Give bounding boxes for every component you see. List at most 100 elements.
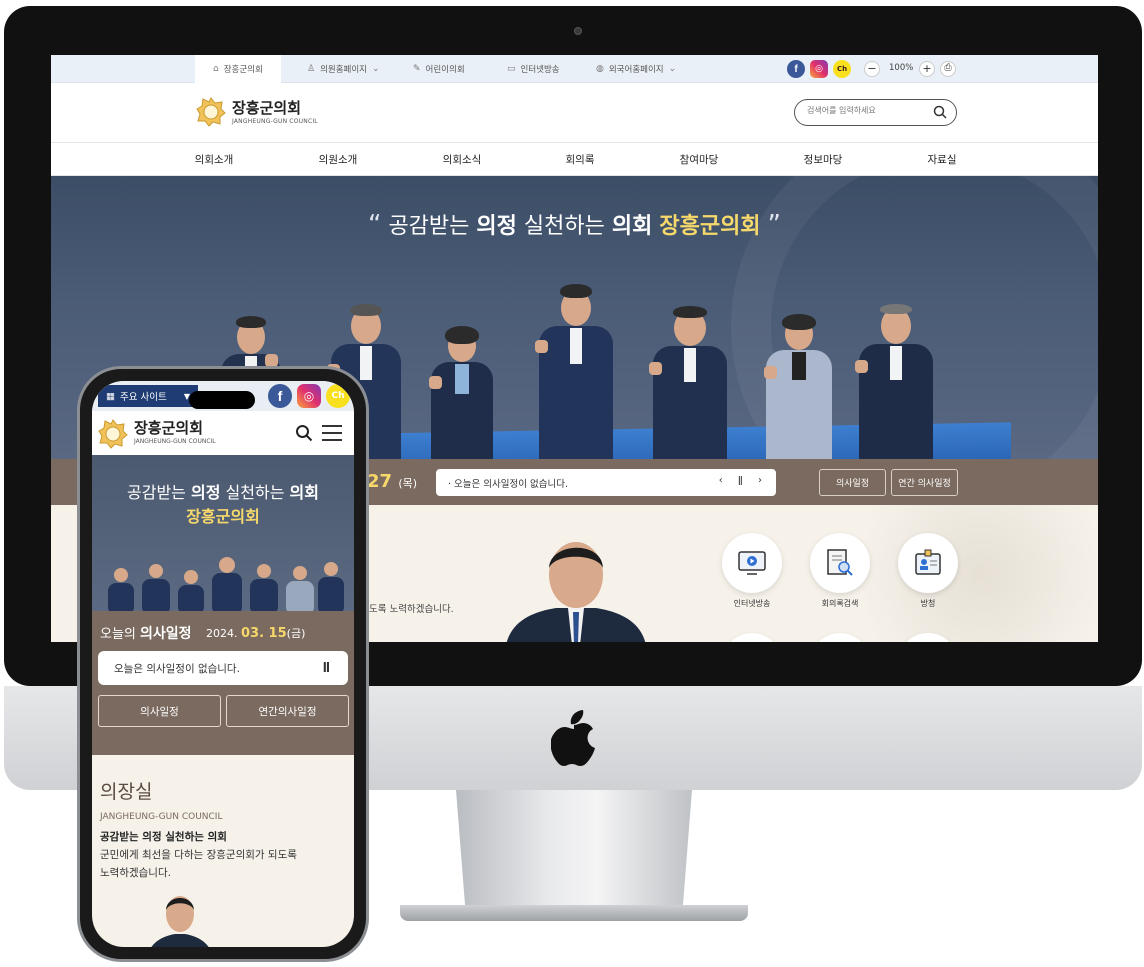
annual-schedule-button[interactable]: 연간 의사일정	[891, 469, 958, 496]
imac-stand-foot	[400, 905, 748, 921]
slogan-bold2: 의회	[289, 483, 319, 502]
site-header: 장흥군의회 JANGHEUNG-GUN COUNCIL	[51, 83, 1098, 143]
topbar-broadcast-link[interactable]: ▭ 인터넷방송	[507, 55, 560, 83]
search-icon[interactable]	[933, 105, 947, 119]
search-box	[794, 99, 957, 126]
chairman-section-en: JANGHEUNG-GUN COUNCIL	[100, 812, 223, 822]
ticker-date: 27 (목)	[367, 471, 417, 492]
globe-icon: ◍	[596, 64, 604, 74]
nav-item-members[interactable]: 의원소개	[303, 152, 373, 167]
chevron-down-icon: ⌄	[372, 64, 380, 74]
nav-item-minutes[interactable]: 회의록	[545, 152, 615, 167]
slogan-part2: 실천하는	[523, 214, 605, 239]
ticker-message-box: · 오늘은 의사일정이 없습니다. ‹ ǁ ›	[436, 469, 776, 496]
pencil-icon: ✎	[413, 64, 421, 74]
mobile-screen: ▦ 주요 사이트 ▼ f ◎ Ch 장흥군의회 JANGHEUNG-GUN CO…	[92, 381, 354, 947]
slogan-bold1: 의정	[191, 483, 221, 502]
search-input[interactable]	[807, 106, 927, 115]
topbar-foreign-link[interactable]: ◍ 외국어홈페이지 ⌄	[596, 55, 676, 83]
utility-bar: ⌂ 장흥군의회 ♙ 의원홈페이지 ⌄ ✎ 어린이의회 ▭ 인터넷방송 ◍ 외국어…	[51, 55, 1098, 83]
chairman-slogan: 공감받는 의정 실천하는 의회	[100, 831, 227, 843]
phone-notch	[189, 391, 255, 409]
mobile-hero-slogan: 공감받는 의정 실천하는 의회 장흥군의회	[92, 481, 354, 529]
topbar-home-label: 장흥군의회	[223, 65, 263, 75]
topbar-member-home-link[interactable]: ♙ 의원홈페이지 ⌄	[307, 55, 380, 83]
schedule-button[interactable]: 의사일정	[819, 469, 886, 496]
ticker-date-day: (목)	[398, 477, 418, 490]
nav-item-participation[interactable]: 참여마당	[664, 152, 734, 167]
chevron-down-icon: ⌄	[668, 64, 677, 74]
instagram-icon[interactable]: ◎	[810, 60, 828, 78]
kakao-channel-icon[interactable]: Ch	[833, 60, 851, 78]
slogan-highlight: 장흥군의회	[659, 214, 761, 239]
council-emblem-icon[interactable]	[196, 97, 226, 127]
nav-item-archive[interactable]: 자료실	[907, 152, 977, 167]
close-quote-icon: ”	[767, 210, 782, 240]
topbar-kids-link[interactable]: ✎ 어린이의회	[413, 55, 465, 83]
slogan-highlight: 장흥군의회	[186, 507, 260, 526]
mobile-schedule: 오늘의 의사일정 2024. 03. 15(금) 오늘은 의사일정이 없습니다.…	[92, 611, 354, 755]
schedule-date: 2024. 03. 15(금)	[206, 625, 305, 641]
schedule-title-pre: 오늘의	[100, 627, 136, 642]
schedule-title: 오늘의 의사일정	[100, 623, 192, 643]
mobile-logo-title[interactable]: 장흥군의회	[134, 417, 203, 438]
monitor-icon: ▭	[507, 64, 516, 74]
apple-logo-icon	[551, 710, 595, 766]
chairman-desc-fragment: 도록 노력하겠습니다.	[369, 604, 454, 615]
quick-link-broadcast[interactable]	[722, 533, 782, 593]
schedule-message-box: 오늘은 의사일정이 없습니다. ǁ	[98, 651, 348, 685]
zoom-level: 100%	[889, 63, 914, 73]
mobile-hero: 공감받는 의정 실천하는 의회 장흥군의회	[92, 455, 354, 611]
quick-link-minutes-search[interactable]	[810, 533, 870, 593]
pause-icon[interactable]: ǁ	[323, 660, 330, 673]
nav-item-council-intro[interactable]: 의회소개	[179, 152, 249, 167]
ticker-message[interactable]: · 오늘은 의사일정이 없습니다.	[448, 476, 568, 490]
quick-link[interactable]	[722, 633, 782, 642]
slogan-part1: 공감받는	[388, 214, 470, 239]
facebook-icon[interactable]: f	[268, 384, 292, 408]
main-sites-dropdown[interactable]: ▦ 주요 사이트 ▼	[98, 385, 198, 407]
background-decoration	[831, 505, 1098, 642]
slogan-bold1: 의정	[476, 214, 517, 239]
home-icon: ⌂	[213, 64, 219, 74]
facebook-icon[interactable]: f	[787, 60, 805, 78]
topbar-home-link[interactable]: ⌂ 장흥군의회	[195, 55, 281, 83]
quick-link-observation[interactable]	[898, 533, 958, 593]
chairman-desc-line2: 노력하겠습니다.	[100, 867, 171, 879]
logo-title[interactable]: 장흥군의회	[232, 97, 301, 118]
topbar-member-home-label: 의원홈페이지	[320, 65, 367, 75]
schedule-date-md: 03. 15	[241, 626, 287, 641]
grid-icon: ▦	[106, 390, 115, 402]
schedule-message[interactable]: 오늘은 의사일정이 없습니다.	[114, 661, 240, 676]
ticker-controls[interactable]: ‹ ǁ ›	[719, 475, 768, 486]
annual-schedule-button[interactable]: 연간의사일정	[226, 695, 349, 727]
hamburger-menu-icon[interactable]	[322, 425, 342, 441]
search-icon[interactable]	[295, 424, 313, 442]
schedule-date-day: (금)	[286, 627, 306, 640]
zoom-out-button[interactable]: −	[864, 61, 880, 77]
document-search-icon	[827, 549, 853, 576]
open-quote-icon: “	[367, 210, 382, 240]
topbar-broadcast-label: 인터넷방송	[520, 65, 560, 75]
print-icon[interactable]: ⎙	[940, 61, 956, 77]
mobile-logo-subtitle: JANGHEUNG-GUN COUNCIL	[134, 438, 216, 445]
topbar-foreign-label: 외국어홈페이지	[608, 65, 664, 75]
quick-link-broadcast-label: 인터넷방송	[733, 599, 771, 608]
kakao-channel-icon[interactable]: Ch	[326, 384, 350, 408]
topbar-kids-label: 어린이의회	[425, 65, 465, 75]
mobile-header: 장흥군의회 JANGHEUNG-GUN COUNCIL	[92, 411, 354, 455]
camera-icon	[574, 27, 582, 35]
main-sites-label: 주요 사이트	[119, 392, 167, 403]
schedule-button[interactable]: 의사일정	[98, 695, 221, 727]
chairman-photo	[151, 896, 209, 947]
broadcast-monitor-icon	[738, 551, 766, 575]
device-mockup: ⌂ 장흥군의회 ♙ 의원홈페이지 ⌄ ✎ 어린이의회 ▭ 인터넷방송 ◍ 외국어…	[0, 0, 1144, 967]
zoom-in-button[interactable]: +	[919, 61, 935, 77]
ticker-date-number: 27	[367, 471, 393, 492]
nav-item-information[interactable]: 정보마당	[788, 152, 858, 167]
logo-subtitle: JANGHEUNG-GUN COUNCIL	[232, 118, 318, 125]
council-emblem-icon[interactable]	[98, 419, 128, 449]
instagram-icon[interactable]: ◎	[297, 384, 321, 408]
nav-item-news[interactable]: 의회소식	[427, 152, 497, 167]
phone-frame: ▦ 주요 사이트 ▼ f ◎ Ch 장흥군의회 JANGHEUNG-GUN CO…	[77, 366, 369, 962]
